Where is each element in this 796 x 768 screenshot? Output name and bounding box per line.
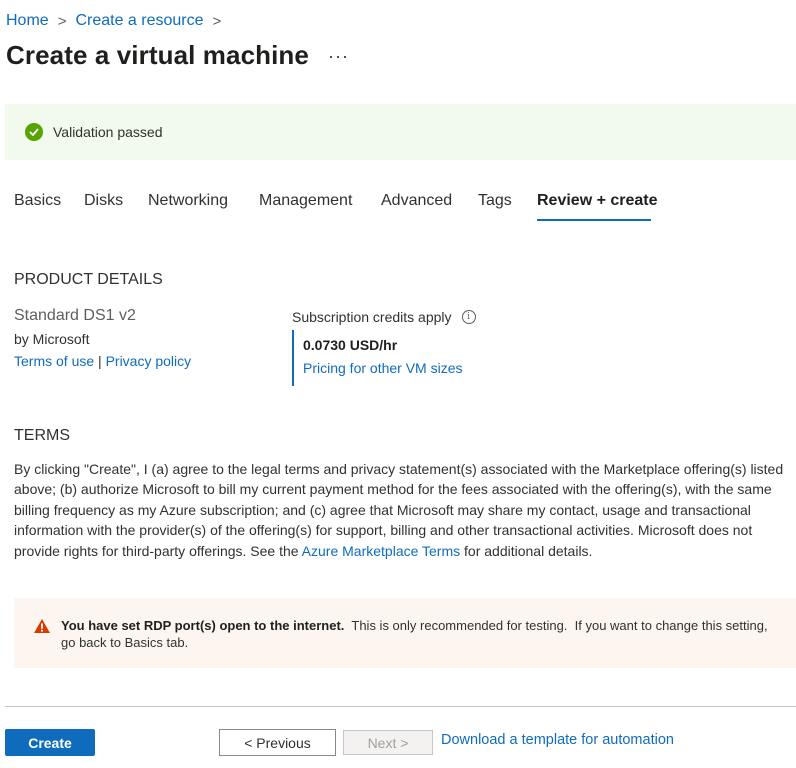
tab-tags[interactable]: Tags xyxy=(478,192,512,210)
breadcrumb-home[interactable]: Home xyxy=(6,12,49,30)
rdp-warning-banner: You have set RDP port(s) open to the int… xyxy=(14,598,796,668)
warning-bold-text: You have set RDP port(s) open to the int… xyxy=(61,618,345,633)
create-button[interactable]: Create xyxy=(5,729,95,756)
product-links: Terms of use | Privacy policy xyxy=(14,353,191,369)
warning-icon xyxy=(33,618,51,639)
validation-banner: Validation passed xyxy=(5,104,796,160)
breadcrumb: Home > Create a resource > xyxy=(6,12,230,30)
checkmark-icon xyxy=(25,123,43,141)
footer-divider xyxy=(5,706,796,707)
chevron-right-icon: > xyxy=(57,12,67,30)
terms-line-start: provide rights for third-party offerings… xyxy=(14,542,302,559)
breadcrumb-create-resource[interactable]: Create a resource xyxy=(75,12,203,30)
validation-text: Validation passed xyxy=(53,124,163,140)
terms-of-use-link[interactable]: Terms of use xyxy=(14,353,94,369)
price-value: 0.0730 USD/hr xyxy=(303,337,398,353)
terms-line: information with the provider(s) of the … xyxy=(14,522,753,539)
subscription-credits: Subscription credits apply i xyxy=(292,309,476,325)
info-icon[interactable]: i xyxy=(461,310,476,324)
download-template-link[interactable]: Download a template for automation xyxy=(441,732,674,748)
price-accent-bar xyxy=(292,330,294,386)
pricing-other-sizes-link[interactable]: Pricing for other VM sizes xyxy=(303,360,463,376)
credits-label: Subscription credits apply xyxy=(292,309,452,325)
link-separator: | xyxy=(98,353,102,369)
next-button[interactable]: Next > xyxy=(343,730,433,755)
terms-line: By clicking "Create", I (a) agree to the… xyxy=(14,461,784,477)
tab-review-create[interactable]: Review + create xyxy=(537,192,658,210)
tab-management[interactable]: Management xyxy=(259,192,352,210)
azure-marketplace-terms-link[interactable]: Azure Marketplace Terms xyxy=(302,543,460,559)
create-vm-page: Home > Create a resource > Create a virt… xyxy=(0,0,796,768)
product-details-heading: PRODUCT DETAILS xyxy=(14,271,163,288)
warning-message: You have set RDP port(s) open to the int… xyxy=(61,618,768,633)
active-tab-indicator xyxy=(537,219,651,221)
previous-button[interactable]: < Previous xyxy=(219,729,336,756)
terms-line-end: for additional details. xyxy=(460,542,593,559)
more-options-button[interactable]: ··· xyxy=(328,46,349,67)
terms-line: provide rights for third-party offerings… xyxy=(14,541,796,561)
product-publisher: by Microsoft xyxy=(14,331,90,347)
tab-advanced[interactable]: Advanced xyxy=(381,192,452,210)
tab-disks[interactable]: Disks xyxy=(84,192,123,210)
terms-text: By clicking "Create", I (a) agree to the… xyxy=(14,459,796,561)
warning-text: This is only recommended for testing. If… xyxy=(344,618,768,633)
warning-message-line2: go back to Basics tab. xyxy=(61,635,189,650)
terms-heading: TERMS xyxy=(14,427,70,444)
product-name: Standard DS1 v2 xyxy=(14,307,136,324)
terms-line: above; (b) authorize Microsoft to bill m… xyxy=(14,481,772,498)
page-title: Create a virtual machine xyxy=(6,40,309,70)
tab-basics[interactable]: Basics xyxy=(14,192,61,210)
terms-line: billing frequency as my Azure subscripti… xyxy=(14,501,751,518)
chevron-right-icon: > xyxy=(212,12,222,30)
tab-networking[interactable]: Networking xyxy=(148,192,228,210)
privacy-policy-link[interactable]: Privacy policy xyxy=(106,353,192,369)
